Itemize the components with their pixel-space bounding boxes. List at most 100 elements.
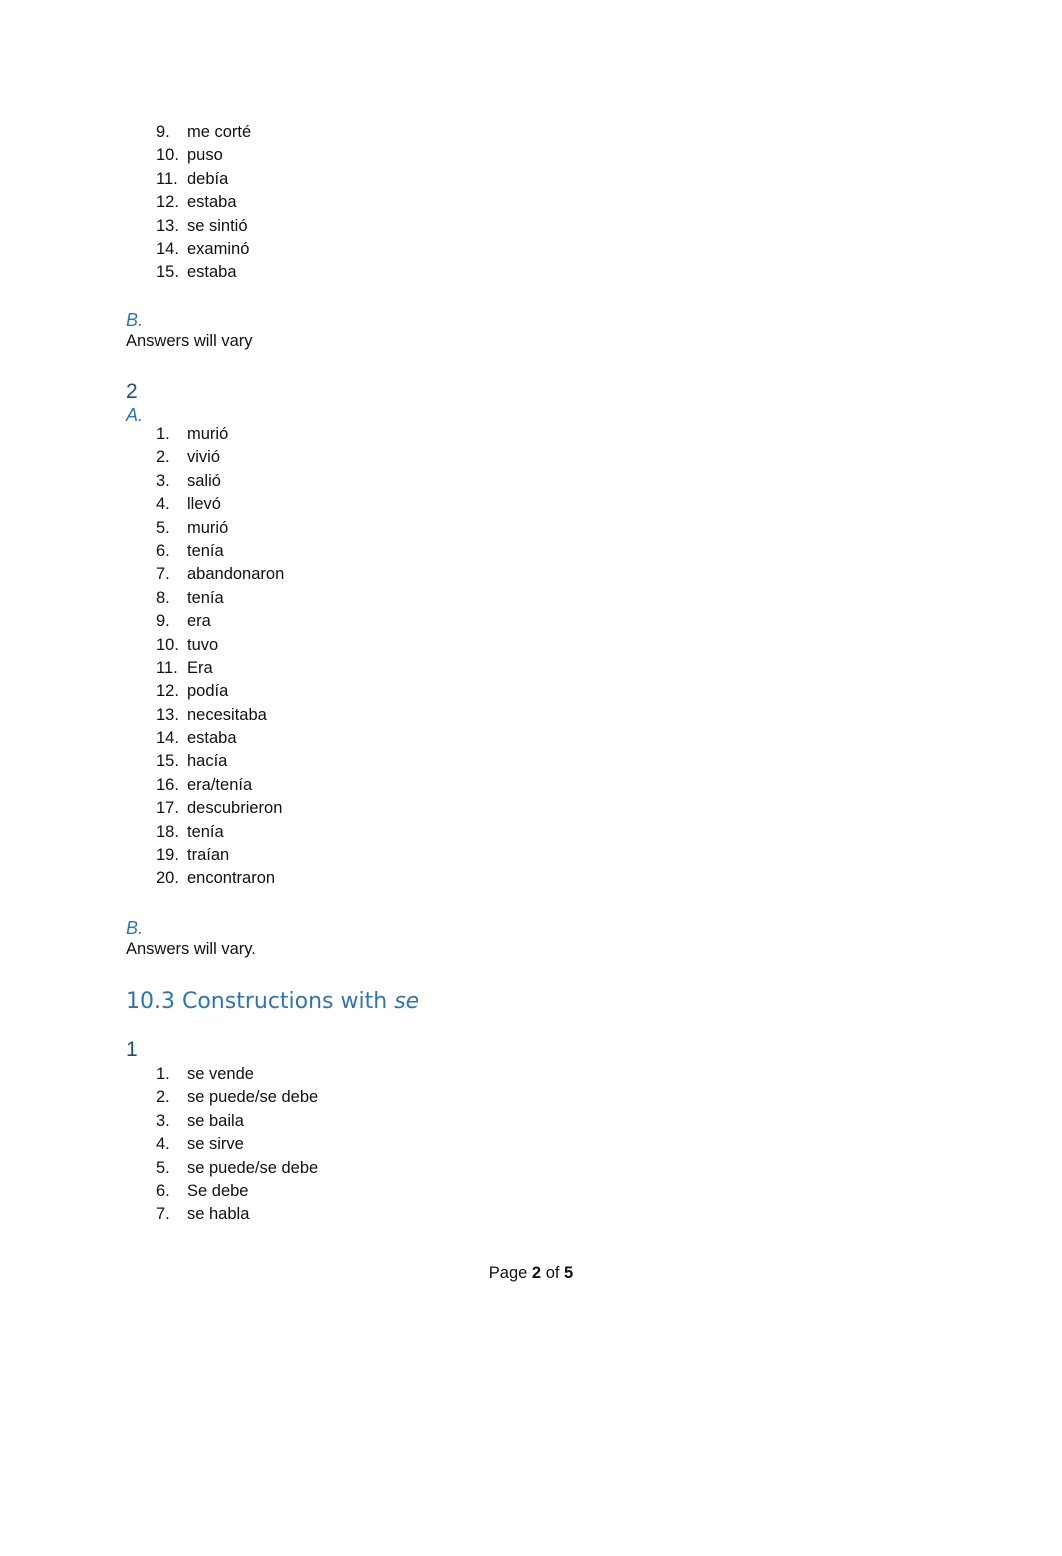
- list-item-answer: llevó: [187, 495, 221, 514]
- footer-total-pages: 5: [564, 1264, 574, 1282]
- list-item: 15. hacía: [156, 750, 284, 773]
- list-item-answer: vivió: [187, 448, 221, 467]
- list-item-answer: se puede/se debe: [187, 1088, 319, 1107]
- section-title-10-3: 10.3 Constructions with se: [126, 989, 419, 1014]
- list-item: 19. traían: [156, 844, 284, 867]
- list-item-answer: Se debe: [187, 1181, 249, 1200]
- list-item-number: 19.: [156, 846, 179, 865]
- list-item-answer: era: [187, 612, 211, 631]
- list-item: 7. se habla: [156, 1203, 318, 1226]
- list-item-number: 7.: [156, 565, 170, 584]
- list-item: 10. tuvo: [156, 634, 284, 657]
- answer-list-2a: 1. murió 2. vivió 3. salió 4. llevó 5. murió 6. ten…: [156, 423, 284, 891]
- exercise-2-part-b-answer: Answers will vary.: [126, 940, 256, 958]
- document-page: 9. me corté 10. puso 11. debía 12. estaba 13. se …: [0, 0, 1062, 1556]
- list-item: 17. descubrieron: [156, 797, 284, 820]
- footer-page-word: Page: [488, 1264, 528, 1282]
- list-item-number: 1.: [156, 425, 170, 443]
- list-item-answer: debía: [187, 169, 229, 188]
- list-item-answer: era/tenía: [187, 775, 253, 794]
- list-item-number: 10.: [156, 146, 179, 165]
- list-item-number: 14.: [156, 239, 179, 258]
- list-item: 12. podía: [156, 680, 284, 703]
- section-title-main: 10.3 Constructions with: [126, 989, 395, 1014]
- list-item: 2. se puede/se debe: [156, 1086, 318, 1109]
- list-item-answer: salió: [187, 471, 221, 490]
- list-item-answer: tenía: [187, 588, 224, 607]
- list-item: 15. estaba: [156, 261, 251, 284]
- list-item-number: 5.: [156, 1158, 170, 1177]
- list-item-number: 10.: [156, 635, 179, 654]
- list-item: 14. examinó: [156, 238, 251, 261]
- list-item-number: 9.: [156, 123, 170, 141]
- list-item-number: 4.: [156, 495, 170, 514]
- list-item: 1. murió: [156, 423, 284, 446]
- list-item-number: 3.: [156, 471, 170, 490]
- list-item-answer: se habla: [187, 1205, 250, 1224]
- list-item-number: 2.: [156, 448, 170, 467]
- list-item: 10. puso: [156, 144, 251, 167]
- part-b-label: B.: [126, 310, 144, 330]
- answer-list-1a-continued: 9. me corté 10. puso 11. debía 12. estaba 13. se …: [156, 121, 251, 285]
- list-item: 5. murió: [156, 517, 284, 540]
- list-item: 20. encontraron: [156, 867, 284, 890]
- list-item: 4. llevó: [156, 493, 284, 516]
- list-item-number: 12.: [156, 682, 179, 701]
- list-item: 6. tenía: [156, 540, 284, 563]
- list-item-number: 1.: [156, 1065, 170, 1083]
- list-item-number: 4.: [156, 1135, 170, 1154]
- list-item: 18. tenía: [156, 821, 284, 844]
- list-item: 3. salió: [156, 470, 284, 493]
- exercise-2-part-a-label: A.: [126, 405, 144, 425]
- list-item-answer: estaba: [187, 193, 237, 212]
- list-item-answer: estaba: [187, 729, 237, 748]
- list-item-number: 14.: [156, 729, 179, 748]
- list-item: 5. se puede/se debe: [156, 1157, 318, 1180]
- list-item: 14. estaba: [156, 727, 284, 750]
- list-item-answer: estaba: [187, 263, 237, 282]
- list-item-answer: se sintió: [187, 216, 248, 235]
- list-item-number: 20.: [156, 869, 179, 888]
- list-item-number: 11.: [156, 658, 178, 677]
- list-item-answer: tuvo: [187, 635, 219, 654]
- section-title-italic: se: [394, 989, 420, 1014]
- list-item-answer: se puede/se debe: [187, 1158, 319, 1177]
- list-item-number: 3.: [156, 1111, 170, 1130]
- list-item: 9. era: [156, 610, 284, 633]
- list-item-answer: tenía: [187, 822, 224, 841]
- list-item-answer: encontraron: [187, 869, 276, 888]
- list-item-number: 16.: [156, 775, 179, 794]
- list-item: 2. vivió: [156, 446, 284, 469]
- list-item-number: 11.: [156, 169, 178, 188]
- list-item: 4. se sirve: [156, 1133, 318, 1156]
- list-item: 13. necesitaba: [156, 704, 284, 727]
- list-item-answer: murió: [187, 518, 229, 537]
- list-item: 6. Se debe: [156, 1180, 318, 1203]
- list-item-answer: traían: [187, 846, 230, 865]
- exercise-10-3-1-heading: 1: [126, 1038, 138, 1061]
- list-item-number: 7.: [156, 1205, 170, 1224]
- list-item-number: 9.: [156, 612, 170, 631]
- list-item-number: 13.: [156, 705, 179, 724]
- list-item: 11. Era: [156, 657, 284, 680]
- list-item: 11. debía: [156, 168, 251, 191]
- footer-of-word: of: [545, 1264, 560, 1282]
- page-footer: Page 2 of 5: [0, 1264, 1062, 1283]
- list-item: 8. tenía: [156, 587, 284, 610]
- list-item-answer: necesitaba: [187, 705, 267, 724]
- list-item-answer: tenía: [187, 541, 224, 560]
- list-item-answer: podía: [187, 682, 229, 701]
- answer-list-10-3-1: 1. se vende 2. se puede/se debe 3. se baila 4.…: [156, 1063, 318, 1227]
- list-item-number: 15.: [156, 263, 179, 282]
- list-item-answer: descubrieron: [187, 799, 283, 818]
- list-item-number: 8.: [156, 588, 170, 607]
- list-item: 1. se vende: [156, 1063, 318, 1086]
- list-item-answer: abandonaron: [187, 565, 285, 584]
- list-item-number: 2.: [156, 1088, 170, 1107]
- list-item: 12. estaba: [156, 191, 251, 214]
- list-item: 9. me corté: [156, 121, 251, 144]
- list-item-number: 6.: [156, 541, 170, 560]
- list-item: 7. abandonaron: [156, 563, 284, 586]
- list-item: 3. se baila: [156, 1110, 318, 1133]
- list-item-answer: se vende: [187, 1065, 254, 1083]
